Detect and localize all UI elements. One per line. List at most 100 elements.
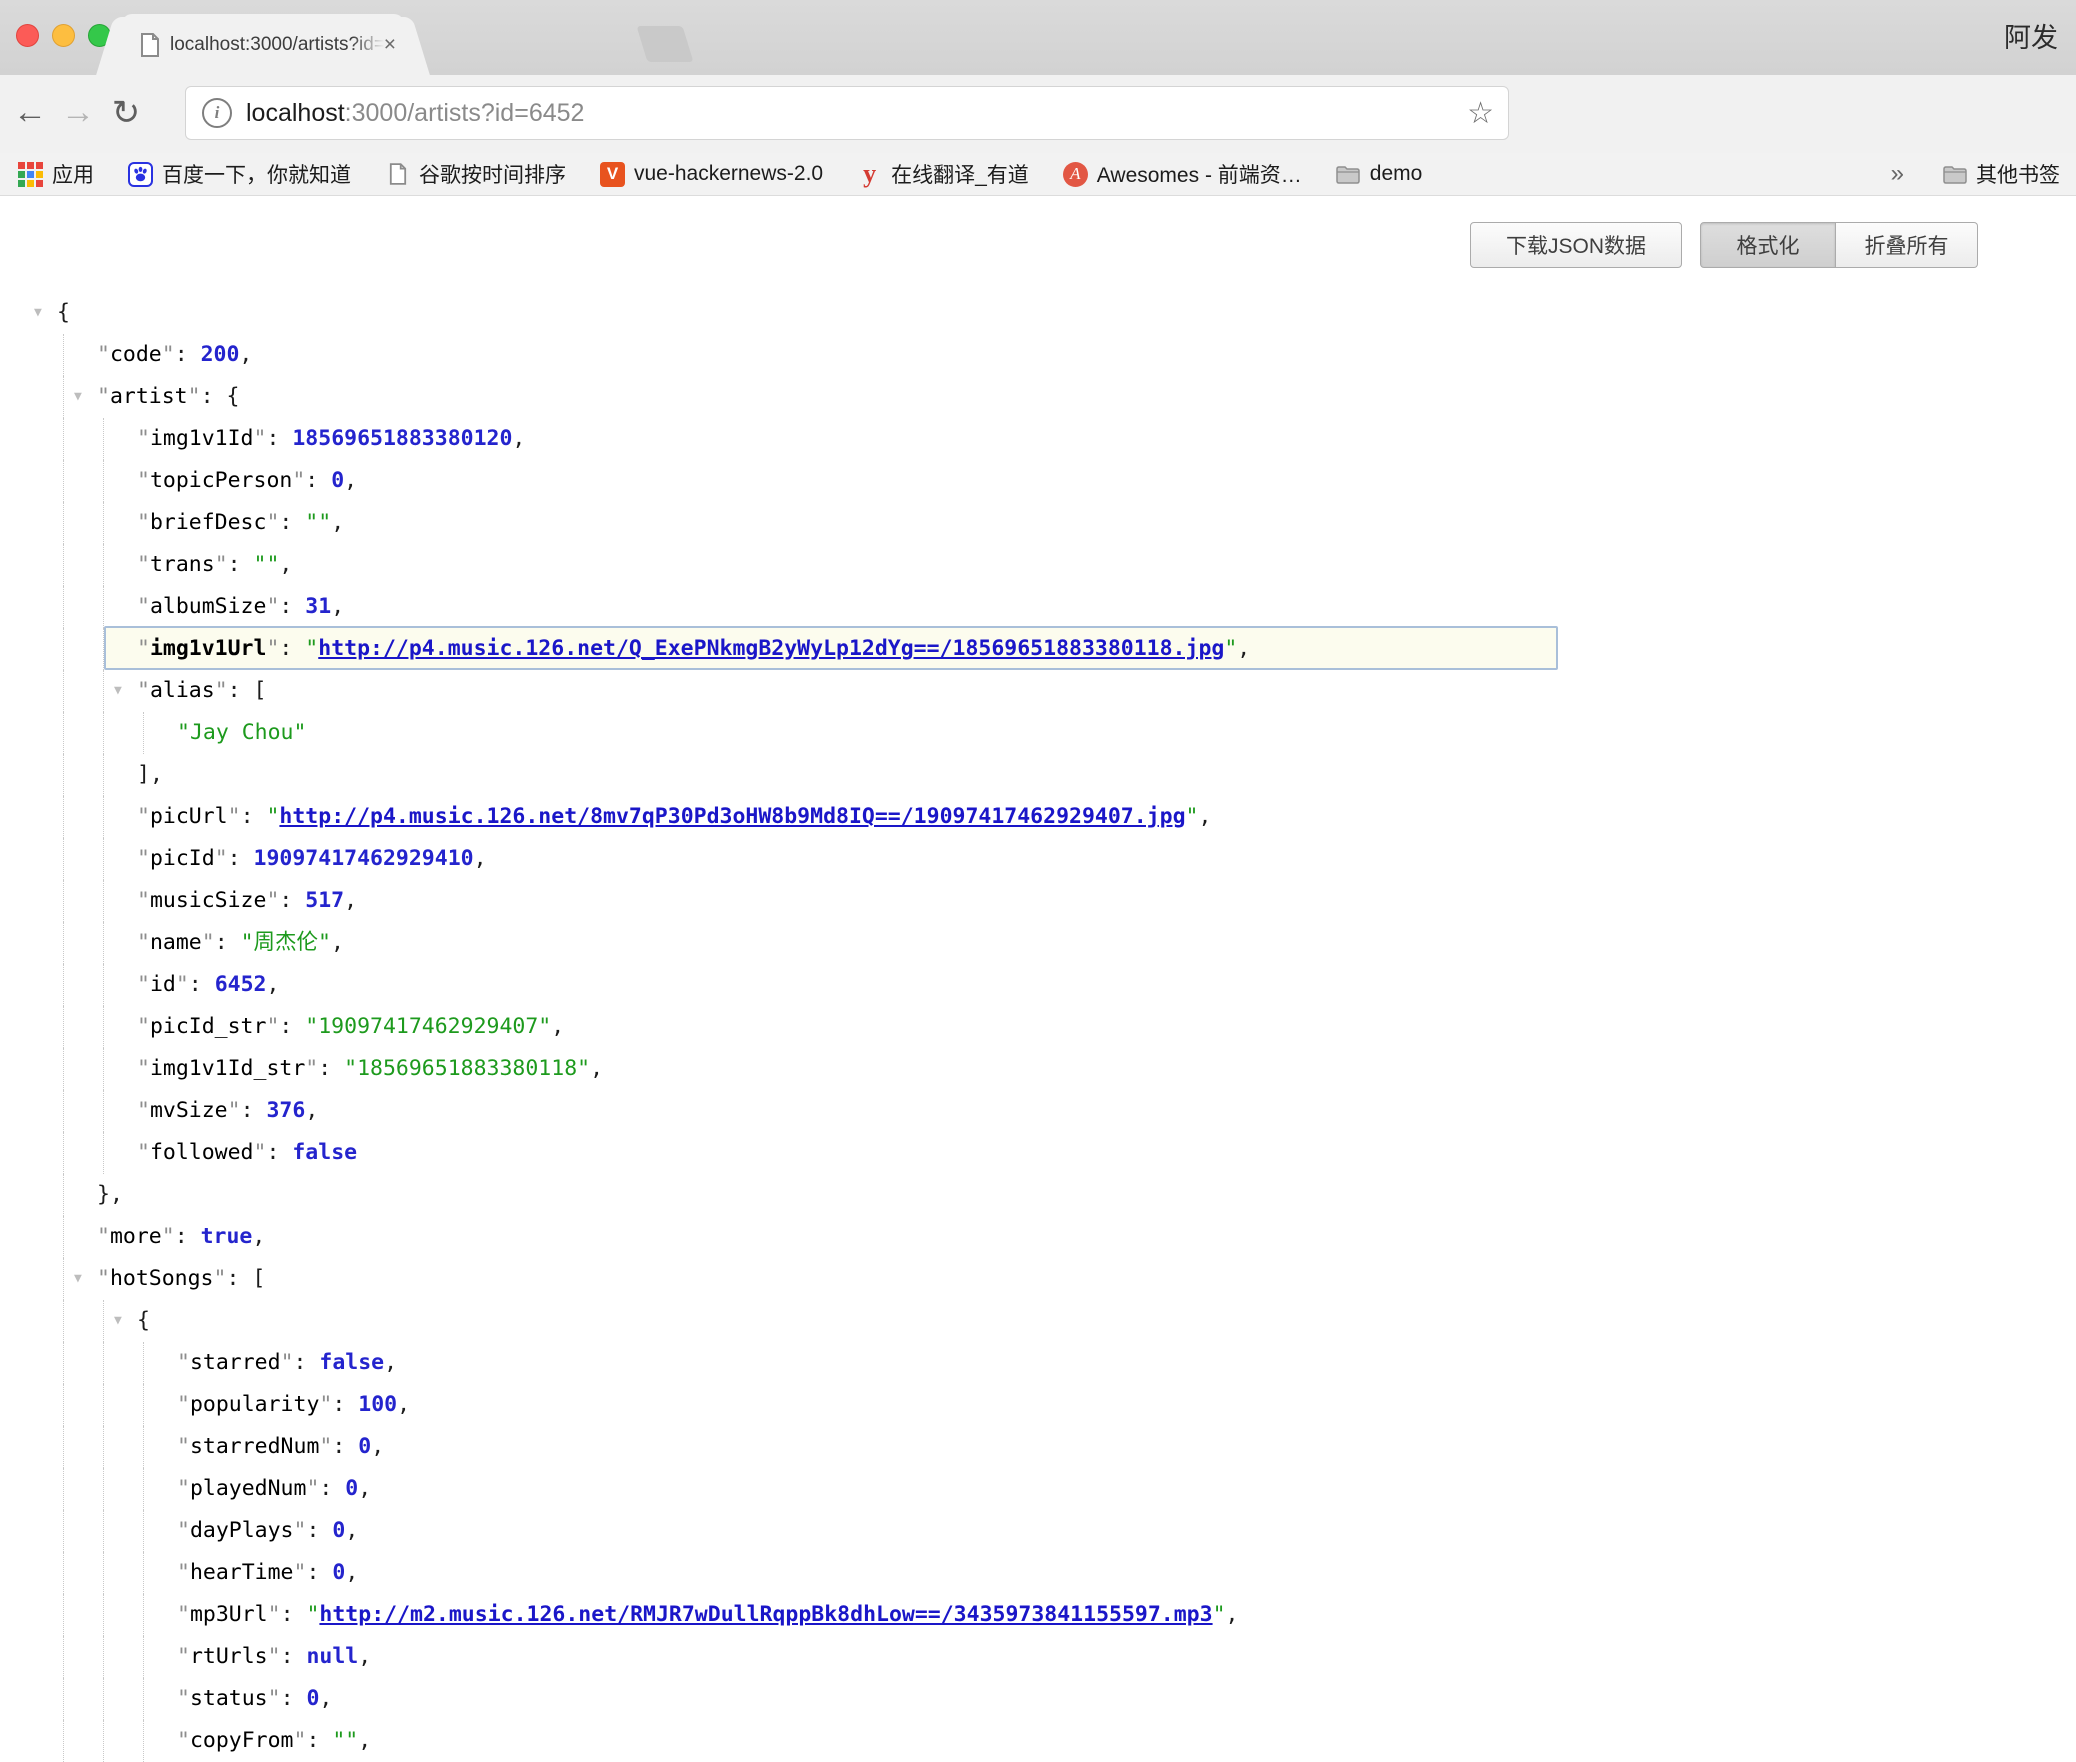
json-line: "popularity": 100,: [0, 1384, 1560, 1426]
other-bookmarks-folder[interactable]: 其他书签: [1942, 159, 2060, 189]
download-json-button[interactable]: 下载JSON数据: [1470, 222, 1682, 268]
indent-guide: [63, 796, 64, 838]
json-key: img1v1Url: [150, 636, 267, 661]
json-line-text: "Jay Chou": [177, 720, 306, 745]
bookmark-demo-folder[interactable]: demo: [1336, 162, 1423, 187]
collapse-arrow-icon[interactable]: ▼: [34, 292, 42, 334]
json-url-link[interactable]: http://p4.music.126.net/Q_ExePNkmgB2yWyL…: [318, 636, 1224, 661]
json-line-text: "mp3Url": "http://m2.music.126.net/RMJR7…: [177, 1602, 1238, 1627]
json-line: "starredNum": 0,: [0, 1426, 1560, 1468]
indent-guide: [103, 544, 104, 586]
indent-guide: [103, 1678, 104, 1720]
bookmark-baidu[interactable]: 百度一下，你就知道: [128, 159, 351, 189]
back-button[interactable]: ←: [8, 93, 52, 132]
indent-guide: [63, 1426, 64, 1468]
indent-guide: [63, 460, 64, 502]
indent-guide: [143, 1426, 144, 1468]
collapse-arrow-icon[interactable]: ▼: [114, 670, 122, 712]
json-key: copyFrom: [190, 1728, 294, 1753]
profile-name[interactable]: 阿发: [2004, 16, 2058, 55]
indent-guide: [103, 1300, 104, 1342]
json-value: "": [305, 510, 331, 535]
json-line: "picId_str": "19097417462929407",: [0, 1006, 1560, 1048]
collapse-arrow-icon[interactable]: ▼: [74, 376, 82, 418]
indent-guide: [63, 1510, 64, 1552]
json-value: 19097417462929410: [254, 846, 474, 871]
indent-guide: [63, 1720, 64, 1762]
json-line-text: ],: [137, 762, 163, 787]
json-line-text: "hotSongs": [: [97, 1266, 265, 1291]
bookmark-star-icon[interactable]: ☆: [1467, 96, 1494, 131]
json-key: trans: [150, 552, 215, 577]
navigation-bar: ← → ↻ i localhost:3000/artists?id=6452 ☆…: [0, 75, 2076, 153]
json-line-text: "copyFrom": "",: [177, 1728, 371, 1753]
indent-guide: [63, 586, 64, 628]
json-key: rtUrls: [190, 1644, 268, 1669]
json-value: 0: [358, 1434, 371, 1459]
indent-guide: [63, 922, 64, 964]
indent-guide: [103, 880, 104, 922]
indent-guide: [63, 502, 64, 544]
indent-guide: [103, 922, 104, 964]
indent-guide: [63, 1636, 64, 1678]
indent-guide: [143, 1384, 144, 1426]
forward-button[interactable]: →: [56, 93, 100, 132]
bookmark-awesomes[interactable]: A Awesomes - 前端资…: [1063, 159, 1302, 189]
json-line-text: "hearTime": 0,: [177, 1560, 358, 1585]
bookmark-vue-hackernews[interactable]: V vue-hackernews-2.0: [600, 162, 823, 187]
indent-guide: [63, 334, 64, 376]
traffic-lights: [16, 24, 111, 47]
browser-window: localhost:3000/artists?id=645 × 阿发 ← → ↻…: [0, 0, 2076, 1754]
json-value: 517: [305, 888, 344, 913]
indent-guide: [63, 712, 64, 754]
json-line: "code": 200,: [0, 334, 1560, 376]
site-info-icon[interactable]: i: [202, 98, 232, 128]
json-value: "Jay Chou": [177, 720, 306, 745]
json-key: img1v1Id: [150, 426, 254, 451]
indent-guide: [143, 1636, 144, 1678]
bookmark-google-sort[interactable]: 谷歌按时间排序: [385, 159, 566, 189]
json-key: picUrl: [150, 804, 228, 829]
url-text[interactable]: localhost:3000/artists?id=6452: [246, 99, 584, 128]
address-bar[interactable]: i localhost:3000/artists?id=6452 ☆: [185, 86, 1509, 140]
json-line-text: "rtUrls": null,: [177, 1644, 371, 1669]
collapse-arrow-icon[interactable]: ▼: [74, 1258, 82, 1300]
url-path: :3000/artists?id=6452: [345, 99, 585, 127]
collapse-all-button[interactable]: 折叠所有: [1836, 222, 1978, 268]
indent-guide: [103, 460, 104, 502]
indent-guide: [103, 586, 104, 628]
browser-tab[interactable]: localhost:3000/artists?id=645 ×: [122, 14, 404, 75]
json-key: id: [150, 972, 176, 997]
json-line: "img1v1Id_str": "18569651883380118",: [0, 1048, 1560, 1090]
json-key: musicSize: [150, 888, 267, 913]
bookmark-apps[interactable]: 应用: [18, 159, 94, 189]
json-line-text: "briefDesc": "",: [137, 510, 344, 535]
json-value: 0: [331, 468, 344, 493]
indent-guide: [143, 1678, 144, 1720]
indent-guide: [103, 1006, 104, 1048]
json-url-link[interactable]: http://m2.music.126.net/RMJR7wDullRqppBk…: [319, 1602, 1212, 1627]
json-line-text: {: [57, 300, 70, 325]
json-line: "name": "周杰伦",: [0, 922, 1560, 964]
json-key: artist: [110, 384, 188, 409]
bookmark-youdao-translate[interactable]: y 在线翻译_有道: [857, 159, 1029, 189]
json-line-text: "mvSize": 376,: [137, 1098, 318, 1123]
json-key: hearTime: [190, 1560, 294, 1585]
collapse-arrow-icon[interactable]: ▼: [114, 1300, 122, 1342]
json-key: starredNum: [190, 1434, 319, 1459]
json-url-link[interactable]: http://p4.music.126.net/8mv7qP30Pd3oHW8b…: [279, 804, 1185, 829]
json-value: true: [201, 1224, 253, 1249]
new-tab-button[interactable]: [636, 26, 693, 62]
close-window-button[interactable]: [16, 24, 39, 47]
indent-guide: [63, 1678, 64, 1720]
minimize-window-button[interactable]: [52, 24, 75, 47]
json-line-text: "albumSize": 31,: [137, 594, 344, 619]
json-line: "more": true,: [0, 1216, 1560, 1258]
tab-close-icon[interactable]: ×: [384, 35, 396, 55]
page-content: 下载JSON数据 格式化 折叠所有 ▼{"code": 200,▼"artist…: [0, 196, 2076, 1754]
reload-button[interactable]: ↻: [104, 93, 148, 133]
bookmarks-overflow-icon[interactable]: »: [1891, 160, 1904, 188]
indent-guide: [103, 1594, 104, 1636]
indent-guide: [63, 544, 64, 586]
format-button[interactable]: 格式化: [1700, 222, 1836, 268]
